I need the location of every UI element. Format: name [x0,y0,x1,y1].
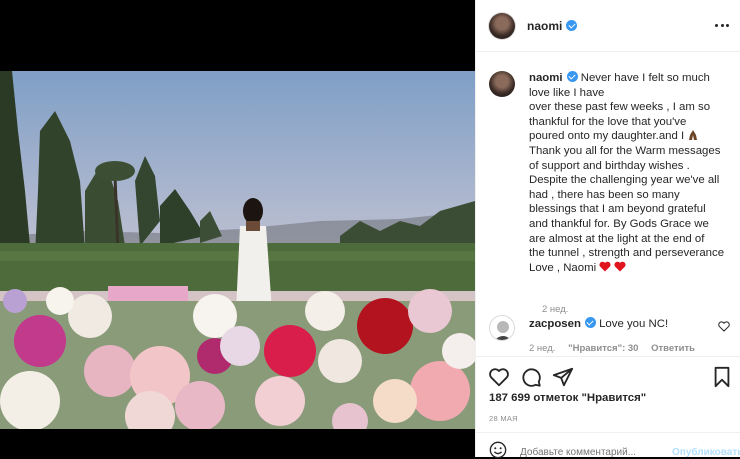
red-heart-emoji-icon [614,261,627,272]
caption-line: blessings that I am beyond grateful [529,203,706,216]
caption-line: Despite the challenging year we've all [529,174,720,187]
caption-line: had , there has been so many [529,188,680,201]
caption-username[interactable]: naomi [529,72,563,84]
caption-line: love like I have [529,86,605,99]
caption-line: of support and birthday wishes . [529,159,690,172]
comment-timestamp[interactable]: 2 нед. [529,343,555,354]
comment-icon[interactable] [520,366,542,388]
reply-button[interactable]: Ответить [651,343,695,354]
more-options-icon[interactable] [715,18,729,32]
verified-badge-icon [566,20,578,31]
publish-button[interactable]: Опубликовать [672,447,740,458]
verified-badge-icon [584,317,596,328]
post-side-panel: naomi naomi Never have I felt so much lo… [475,0,740,459]
comment-text: zacposen Love you NC! [529,317,719,330]
post-header: naomi [476,0,740,52]
praying-hands-emoji-icon [689,130,698,141]
red-heart-emoji-icon [599,261,611,272]
heart-icon[interactable] [718,321,730,332]
action-bar [476,356,740,396]
caption-line: the tunnel , strength and perseverance [529,247,725,260]
caption-line: poured onto my daughter.and I [529,130,685,143]
comments-area[interactable]: naomi Never have I felt so much love lik… [476,53,740,355]
caption-line: Never have I felt so much [580,72,710,84]
caption-line: are almost at the light at the end of [529,232,705,245]
caption-timestamp[interactable]: 2 нед. [542,304,568,315]
commenter-avatar[interactable] [489,315,515,341]
photo-pane [0,0,475,457]
post-photo[interactable] [0,71,475,429]
instagram-post-modal: naomi naomi Never have I felt so much lo… [0,0,740,459]
add-comment-bar: Опубликовать [476,432,740,459]
caption-line: Thank you all for the Warm messages [529,144,721,157]
post-date[interactable]: 28 МАЯ [489,414,518,423]
caption-line: thankful for the love that you've [529,115,687,128]
caption-line: and thankful for. By Gods Grace we [529,217,709,230]
verified-badge-icon [566,71,578,82]
comment-meta: 2 нед. "Нравится": 30 Ответить [529,343,705,354]
share-icon[interactable] [552,366,574,388]
commenter-username[interactable]: zacposen [529,318,581,330]
caption-line: Love , Naomi [529,261,597,274]
comment-input[interactable] [520,447,660,458]
likes-count[interactable]: 187 699 отметок "Нравится" [489,392,646,404]
photo-image [0,71,475,429]
emoji-icon[interactable] [489,441,507,459]
heart-icon[interactable] [488,366,510,388]
author-avatar[interactable] [489,12,515,39]
author-username[interactable]: naomi [527,19,562,33]
caption-line: over these past few weeks , I am so [529,101,711,114]
comment-likes[interactable]: "Нравится": 30 [568,343,638,354]
comment-body: Love you NC! [599,318,669,330]
bookmark-icon[interactable] [711,366,733,388]
caption-avatar[interactable] [489,71,515,97]
caption-text: naomi Never have I felt so much love lik… [529,71,725,275]
